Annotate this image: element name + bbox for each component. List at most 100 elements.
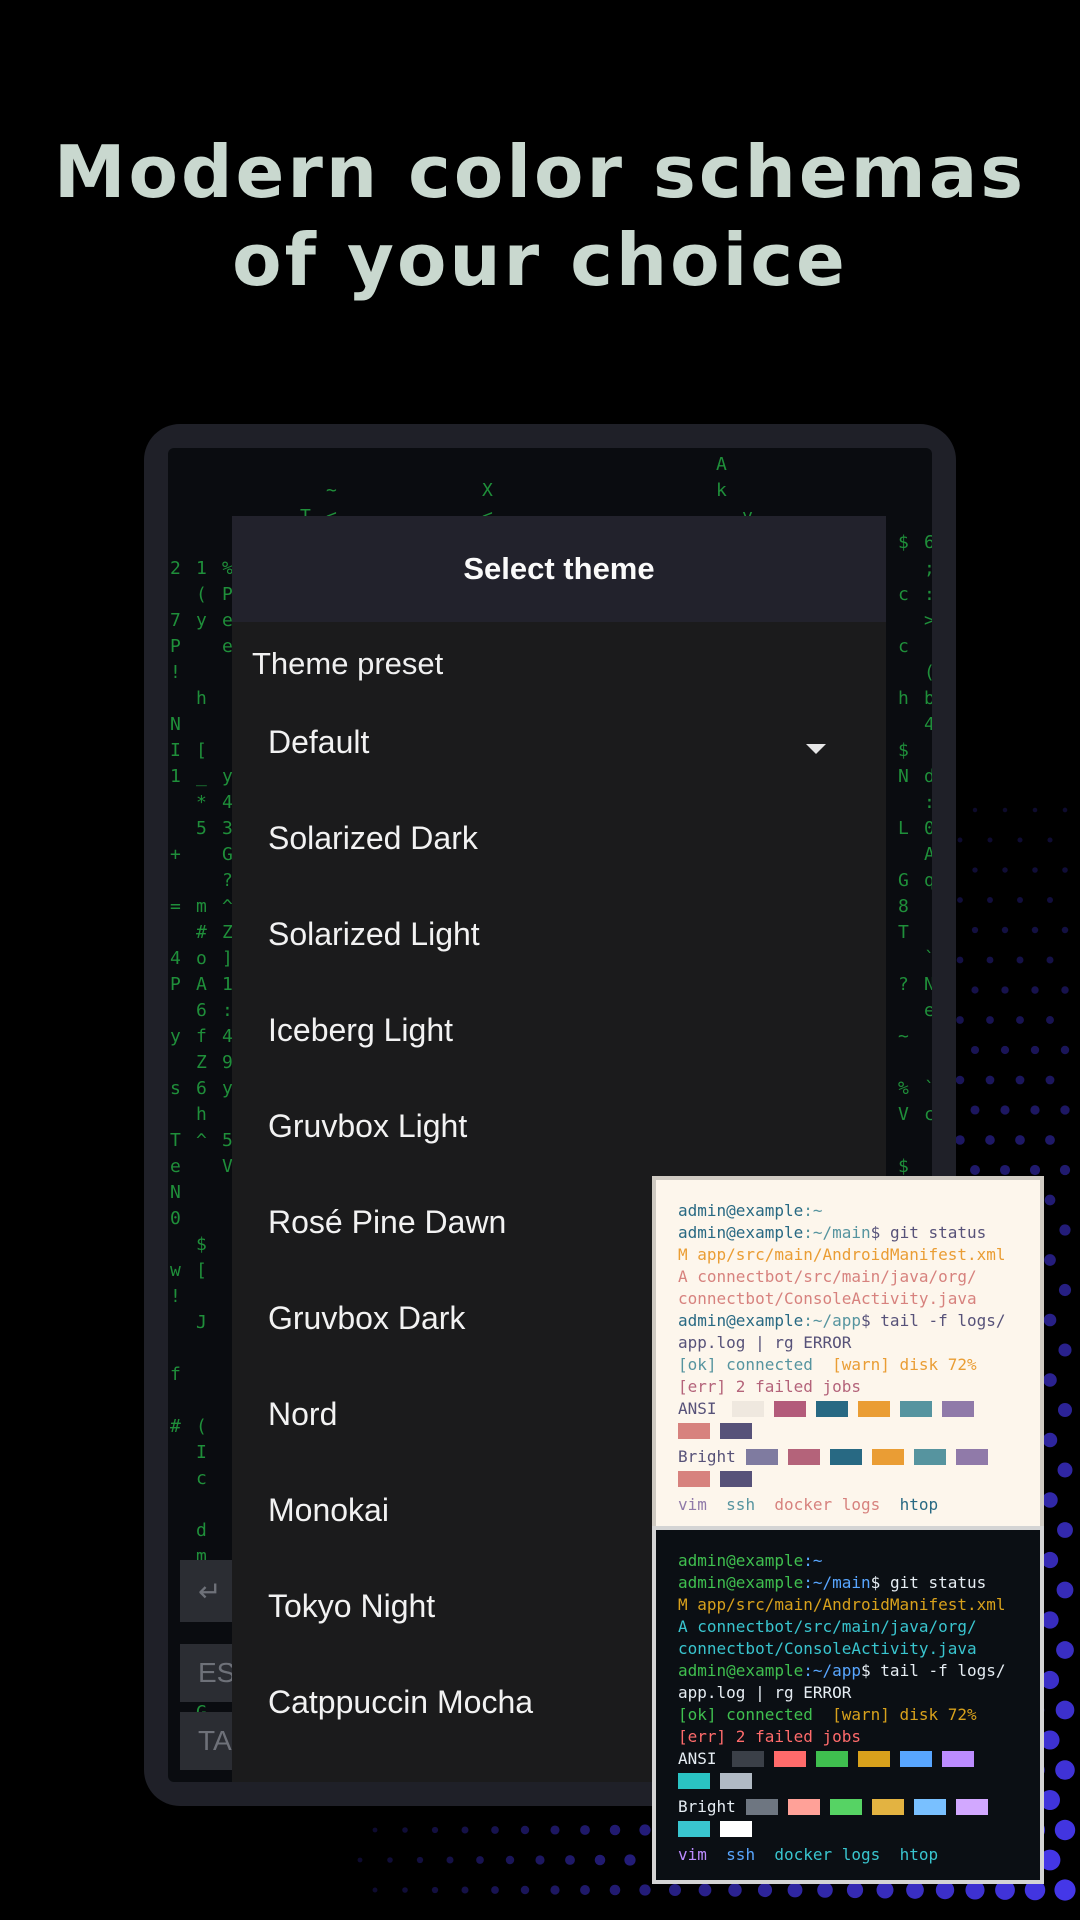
matrix-glyph: o	[196, 948, 207, 969]
bright-label: Bright	[678, 1797, 736, 1816]
matrix-glyph: $	[196, 1234, 207, 1255]
prompt-user: admin@example	[678, 1661, 804, 1680]
matrix-glyph: A	[716, 454, 727, 475]
decor-dot	[624, 1854, 636, 1866]
modified-line: M app/src/main/AndroidManifest.xml	[678, 1245, 1006, 1264]
decor-dot	[956, 956, 964, 964]
theme-option-gruvbox-light[interactable]: Gruvbox Light	[268, 1106, 467, 1146]
matrix-glyph: c	[898, 584, 909, 605]
matrix-glyph: 6	[924, 532, 932, 553]
theme-option-tokyo-night[interactable]: Tokyo Night	[268, 1586, 435, 1626]
decor-dot	[1045, 1075, 1055, 1085]
theme-option-catppuccin-mocha[interactable]: Catppuccin Mocha	[268, 1682, 533, 1722]
prompt-user: admin@example	[678, 1311, 804, 1330]
decor-dot	[1045, 1135, 1055, 1145]
decor-dot	[1042, 1492, 1058, 1508]
decor-dot	[431, 1886, 439, 1894]
theme-option-monokai[interactable]: Monokai	[268, 1490, 389, 1530]
theme-option-iceberg-light[interactable]: Iceberg Light	[268, 1010, 453, 1050]
bright-swatch	[830, 1799, 862, 1815]
decor-dot	[1062, 807, 1068, 813]
decor-dot	[446, 1856, 454, 1864]
decor-dot	[970, 1165, 980, 1175]
decor-dot	[1054, 1879, 1076, 1901]
tool-ssh: ssh	[726, 1845, 756, 1864]
enter-key-label: ↵	[198, 1575, 222, 1607]
theme-option-rose-pine-dawn[interactable]: Rosé Pine Dawn	[268, 1202, 506, 1242]
decor-dot	[1032, 867, 1038, 873]
decor-dot	[1059, 1224, 1071, 1236]
err-status: [err] 2 failed jobs	[678, 1377, 862, 1396]
matrix-glyph: !	[170, 1286, 181, 1307]
decor-dot	[402, 1887, 408, 1893]
decor-dot	[972, 867, 978, 873]
matrix-glyph: N	[898, 766, 909, 787]
matrix-glyph: ~	[898, 1026, 909, 1047]
matrix-glyph: f	[196, 1026, 207, 1047]
ansi-swatch	[774, 1751, 806, 1767]
ok-status: [ok] connected	[678, 1355, 813, 1374]
decor-dot	[846, 1881, 864, 1899]
matrix-glyph: y	[170, 1026, 181, 1047]
bright-swatches: Bright	[678, 1446, 1024, 1494]
ansi-swatch	[720, 1423, 752, 1439]
decor-dot	[1031, 986, 1039, 994]
bright-swatch	[720, 1471, 752, 1487]
decor-dot	[1000, 1105, 1010, 1115]
err-status: [err] 2 failed jobs	[678, 1727, 862, 1746]
ansi-swatch	[900, 1401, 932, 1417]
decor-dot	[1060, 1105, 1070, 1115]
decor-dot	[1030, 1045, 1040, 1055]
bright-swatch	[830, 1449, 862, 1465]
matrix-glyph: P	[170, 974, 181, 995]
matrix-glyph: $	[898, 532, 909, 553]
ansi-label: ANSI	[678, 1399, 717, 1418]
prompt-path: :~	[803, 1551, 823, 1570]
theme-option-gruvbox-dark[interactable]: Gruvbox Dark	[268, 1298, 465, 1338]
theme-option-nord[interactable]: Nord	[268, 1394, 337, 1434]
decor-dot	[1042, 1432, 1058, 1448]
added-line: A connectbot/src/main/java/org/	[678, 1267, 977, 1286]
tool-docker-logs: docker logs	[774, 1845, 881, 1864]
decor-dot	[609, 1884, 621, 1896]
command-text: $ git status	[870, 1573, 987, 1592]
decor-dot	[817, 1882, 833, 1898]
decor-dot	[594, 1854, 606, 1866]
matrix-glyph: ;	[924, 558, 932, 579]
matrix-glyph: I	[170, 740, 181, 761]
decor-dot	[987, 837, 993, 843]
headline-line-2: of your choice	[232, 218, 848, 302]
bright-swatch	[788, 1449, 820, 1465]
bright-swatch	[914, 1449, 946, 1465]
ansi-label: ANSI	[678, 1749, 717, 1768]
ansi-swatch	[858, 1751, 890, 1767]
matrix-glyph: e	[170, 1156, 181, 1177]
chevron-down-icon[interactable]	[806, 744, 826, 754]
decor-dot	[985, 1135, 995, 1145]
decor-dot	[1017, 897, 1023, 903]
added-line: A connectbot/src/main/java/org/	[678, 1617, 977, 1636]
decor-dot	[1044, 1254, 1056, 1266]
bright-swatch	[914, 1799, 946, 1815]
decor-dot	[1017, 837, 1023, 843]
decor-dot	[1062, 867, 1068, 873]
warn-status: [warn] disk 72%	[832, 1705, 977, 1724]
prompt-user: admin@example	[678, 1201, 804, 1220]
theme-option-solarized-dark[interactable]: Solarized Dark	[268, 818, 478, 858]
decor-dot	[461, 1826, 469, 1834]
matrix-glyph: P	[170, 636, 181, 657]
decor-dot	[1002, 867, 1008, 873]
decor-dot	[985, 1075, 995, 1085]
command-text: $ git status	[870, 1223, 987, 1242]
matrix-glyph: d	[196, 1520, 207, 1541]
theme-option-solarized-light[interactable]: Solarized Light	[268, 914, 480, 954]
warn-status: [warn] disk 72%	[832, 1355, 977, 1374]
decor-dot	[357, 1857, 363, 1863]
matrix-glyph: k	[716, 480, 727, 501]
decor-dot	[580, 1825, 590, 1835]
matrix-glyph: Z	[196, 1780, 207, 1782]
decor-dot	[1001, 926, 1009, 934]
theme-option-default[interactable]: Default	[268, 722, 369, 762]
matrix-glyph: #	[170, 1416, 181, 1437]
matrix-glyph: N	[170, 714, 181, 735]
